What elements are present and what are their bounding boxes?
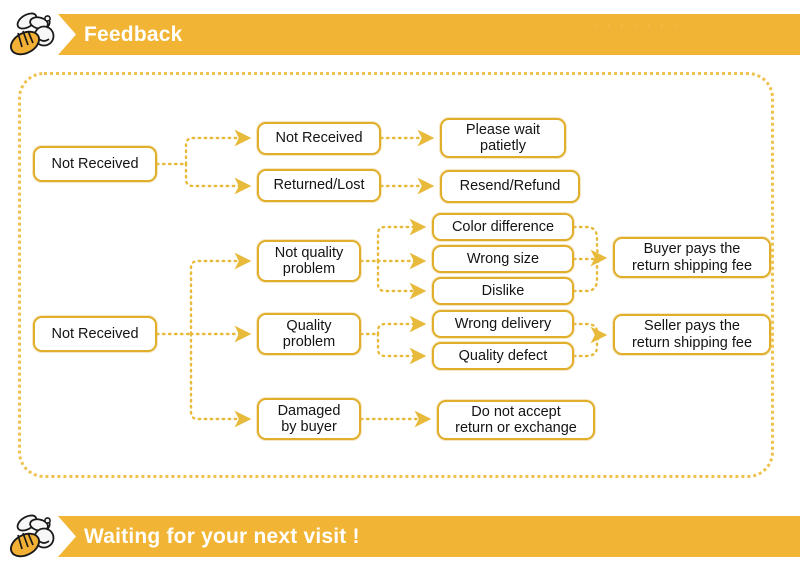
flow-node-no-return: Do not accept return or exchange bbox=[437, 400, 595, 440]
flow-node-not-quality: Not quality problem bbox=[257, 240, 361, 282]
flow-node-quality-defect: Quality defect bbox=[432, 342, 574, 370]
bee-icon bbox=[9, 514, 55, 558]
flow-node-root1: Not Received bbox=[33, 146, 157, 182]
flow-node-wrong-delivery: Wrong delivery bbox=[432, 310, 574, 338]
flow-node-not-received-2: Not Received bbox=[257, 122, 381, 155]
flow-node-please-wait: Please wait patietly bbox=[440, 118, 566, 158]
flow-node-returned-lost: Returned/Lost bbox=[257, 169, 381, 202]
bee-icon bbox=[9, 12, 55, 56]
flow-node-quality-problem: Quality problem bbox=[257, 313, 361, 355]
page-title: Feedback bbox=[84, 23, 183, 46]
flow-node-seller-pays: Seller pays the return shipping fee bbox=[613, 314, 771, 355]
flow-node-root2: Not Received bbox=[33, 316, 157, 352]
flow-node-resend-refund: Resend/Refund bbox=[440, 170, 580, 203]
footer-banner: Waiting for your next visit ! bbox=[0, 510, 800, 562]
flow-node-buyer-pays: Buyer pays the return shipping fee bbox=[613, 237, 771, 278]
flow-node-color-difference: Color difference bbox=[432, 213, 574, 241]
flow-node-damaged-by-buyer: Damaged by buyer bbox=[257, 398, 361, 440]
footer-title: Waiting for your next visit ! bbox=[84, 525, 360, 548]
flow-node-wrong-size: Wrong size bbox=[432, 245, 574, 273]
flow-node-dislike: Dislike bbox=[432, 277, 574, 305]
header-banner: · · · · · · · Feedback bbox=[0, 8, 800, 60]
